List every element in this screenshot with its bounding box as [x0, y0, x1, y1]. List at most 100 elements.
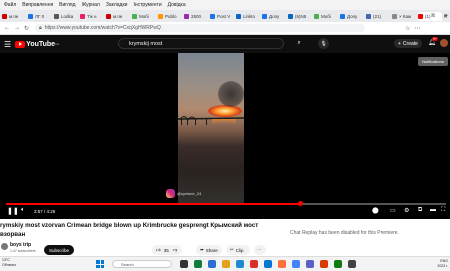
progress-played: [6, 203, 301, 205]
share-button[interactable]: ➦ Share: [196, 245, 222, 255]
menu-view[interactable]: Вигляд: [59, 2, 75, 8]
tab-label: Мобі: [321, 13, 331, 19]
app-icon[interactable]: [208, 260, 216, 268]
create-button[interactable]: + Create: [394, 39, 422, 48]
tab-label: ЛГ 0: [35, 13, 45, 19]
miniplayer-icon[interactable]: ⧉: [418, 207, 422, 214]
edge-icon[interactable]: [236, 260, 244, 268]
menu-bookmarks[interactable]: Закладки: [106, 2, 128, 8]
tray-date: 2023 г.: [437, 263, 448, 268]
store-icon[interactable]: [264, 260, 272, 268]
chrome-icon[interactable]: [292, 260, 300, 268]
browser-tab[interactable]: Publo: [158, 12, 182, 21]
minimize-icon[interactable]: –: [420, 13, 423, 19]
hamburger-menu-icon[interactable]: ☰: [4, 40, 11, 49]
volume-icon[interactable]: 🔈︎: [21, 207, 25, 214]
taskbar-search-input[interactable]: Search: [112, 260, 172, 268]
tab-favicon-icon: [158, 13, 163, 19]
task-view-icon[interactable]: [180, 260, 188, 268]
app-icon[interactable]: [348, 260, 356, 268]
close-window-icon[interactable]: ✕: [443, 13, 448, 20]
microphone-icon[interactable]: 🎙︎: [318, 38, 329, 49]
notifications-tooltip: Notifications: [418, 57, 448, 66]
browser-tab[interactable]: м.пе: [2, 12, 26, 21]
reload-icon[interactable]: ↻: [24, 25, 29, 32]
smoke: [218, 81, 244, 107]
notifications-bell-icon[interactable]: 🔔︎ 9+: [428, 37, 438, 46]
youtube-country-code: UA: [55, 42, 60, 46]
system-tray[interactable]: ENG 2023 г.: [437, 259, 448, 268]
app-icon[interactable]: [320, 260, 328, 268]
browser-tab[interactable]: Тік н: [80, 12, 104, 21]
channel-avatar[interactable]: [1, 243, 8, 250]
settings-gear-icon[interactable]: ⚙︎: [404, 207, 409, 214]
tab-label: Post V: [217, 13, 231, 19]
firefox-icon[interactable]: [278, 260, 286, 268]
url-input[interactable]: 🔒︎ https://www.youtube.com/watch?v=CxqXg…: [35, 24, 366, 32]
menu-tools[interactable]: Інструменти: [133, 2, 161, 8]
weather-widget[interactable]: 13°C Облачно: [2, 258, 16, 267]
weather-desc: Облачно: [2, 262, 17, 267]
menu-file[interactable]: Файл: [4, 2, 16, 8]
browser-tab[interactable]: (21): [366, 12, 390, 21]
search-input[interactable]: krymskij most: [118, 38, 284, 49]
tab-favicon-icon: [2, 13, 7, 19]
like-button[interactable]: 👍︎ 35 👎︎: [152, 245, 182, 255]
browser-tab[interactable]: (6)N5: [288, 12, 312, 21]
browser-menubar: Файл Виправлення Вигляд Журнал Закладки …: [0, 0, 450, 10]
subtitles-icon[interactable]: ▭: [390, 207, 396, 214]
search-icon[interactable]: ⌕: [292, 38, 306, 49]
thumbs-down-icon[interactable]: 👎︎: [173, 247, 178, 253]
forward-icon[interactable]: →: [14, 25, 20, 31]
app-icon[interactable]: [334, 260, 342, 268]
pause-icon[interactable]: ❚❚: [7, 207, 19, 215]
time-display: 2:57 / 4:25: [34, 209, 56, 214]
menu-help[interactable]: Довідка: [168, 2, 186, 8]
channel-name[interactable]: boys trip: [10, 242, 31, 248]
browser-tab[interactable]: 2500: [184, 12, 208, 21]
browser-tab[interactable]: Допу: [262, 12, 286, 21]
maximize-icon[interactable]: □: [431, 13, 435, 19]
tab-label: (6)N5: [295, 13, 307, 19]
scissors-icon: ✂︎: [230, 247, 234, 252]
clip-button[interactable]: ✂︎ Clip: [226, 245, 250, 255]
theater-mode-icon[interactable]: ▬: [430, 207, 436, 213]
like-count: 35: [163, 247, 169, 253]
browser-tab[interactable]: м.пе: [106, 12, 130, 21]
browser-tab[interactable]: Linkto: [236, 12, 260, 21]
browser-tab[interactable]: ЛГ 0: [28, 12, 52, 21]
app-icon[interactable]: [250, 260, 258, 268]
youtube-logo[interactable]: YouTube UA: [15, 40, 60, 48]
video-player[interactable]: @cyclone_24 ❚❚ 🔈︎ 2:57 / 4:25 ⬤ ▭ ⚙︎ ⧉ ▬…: [0, 53, 450, 219]
progress-bar[interactable]: [6, 201, 446, 206]
tab-label: Допу: [347, 13, 358, 19]
browser-tab[interactable]: Мобі: [132, 12, 156, 21]
instagram-icon: [166, 189, 175, 198]
tab-label: Publo: [165, 13, 177, 19]
extensions-icon[interactable]: ⋯: [414, 25, 420, 32]
browser-tab[interactable]: Мобі: [314, 12, 338, 21]
autoplay-toggle-icon[interactable]: ⬤: [372, 207, 379, 214]
back-icon[interactable]: ←: [4, 25, 10, 31]
fullscreen-icon[interactable]: ⛶: [441, 207, 445, 214]
browser-tab[interactable]: Post V: [210, 12, 234, 21]
browser-tab[interactable]: Lodka: [54, 12, 78, 21]
fire-reflection: [212, 119, 236, 124]
app-icon[interactable]: [306, 260, 314, 268]
windows-start-icon[interactable]: [96, 260, 104, 268]
menu-history[interactable]: Журнал: [82, 2, 100, 8]
tab-favicon-icon: [236, 13, 241, 19]
subscribe-button[interactable]: Subscribe: [44, 245, 74, 255]
url-text: https://www.youtube.com/watch?v=CxqXgHWR…: [44, 25, 161, 31]
app-icon[interactable]: [194, 260, 202, 268]
progress-scrubber[interactable]: [298, 201, 304, 206]
file-explorer-icon[interactable]: [222, 260, 230, 268]
subscriber-count: 1.47 subscribers: [10, 249, 36, 253]
menu-edit[interactable]: Виправлення: [22, 2, 53, 8]
browser-tab[interactable]: Допу: [340, 12, 364, 21]
more-actions-button[interactable]: ⋯: [254, 245, 266, 255]
account-avatar[interactable]: [440, 39, 448, 47]
more-icon: ⋯: [257, 247, 262, 252]
star-icon[interactable]: ☆: [405, 25, 410, 32]
tab-favicon-icon: [210, 13, 215, 19]
